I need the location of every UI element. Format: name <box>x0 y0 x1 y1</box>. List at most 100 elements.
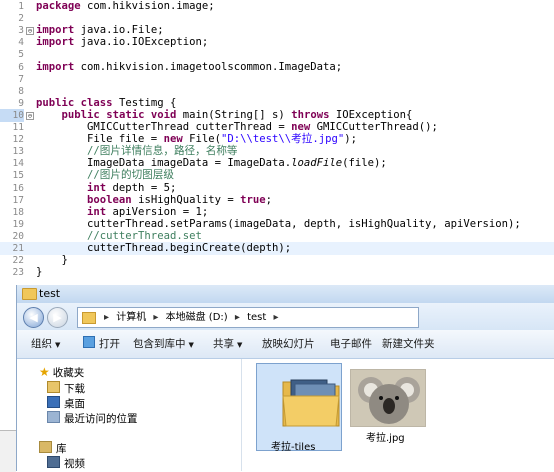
forward-button[interactable]: ▶ <box>47 307 68 328</box>
code-line[interactable]: 4 import java.io.IOException; <box>0 36 554 49</box>
nav-desktop[interactable]: 桌面 <box>47 396 85 411</box>
window-title: test <box>39 287 61 300</box>
code-token: Testimg { <box>112 96 177 109</box>
organize-label: 组织 <box>31 338 52 350</box>
code-token: IOException{ <box>329 108 413 121</box>
email-button[interactable]: 电子邮件 <box>330 336 372 351</box>
include-in-library-button[interactable]: 包含到库中 ▼ <box>133 336 194 351</box>
code-line[interactable]: 16 int depth = 5; <box>0 182 554 195</box>
code-line[interactable]: 8 <box>0 85 554 98</box>
nav-desktop-label: 桌面 <box>64 398 85 410</box>
nav-recent-places[interactable]: 最近访问的位置 <box>47 411 138 426</box>
code-editor[interactable]: 1 package com.hikvision.image; 2 3 ⊖ import j… <box>0 0 554 282</box>
folder-icon <box>82 312 96 324</box>
code-token: GMICCutterThread(); <box>310 121 438 133</box>
code-line[interactable]: 22 } <box>0 254 554 267</box>
code-line[interactable]: 17 boolean isHighQuality = true; <box>0 194 554 207</box>
breadcrumb-test[interactable]: test <box>247 312 266 323</box>
code-line[interactable]: 10 ⊖ public static void main(String[] s) … <box>0 108 554 122</box>
fold-toggle-icon[interactable]: ⊖ <box>26 111 34 120</box>
code-line[interactable]: 6 import com.hikvision.imagetoolscommon.I… <box>0 61 554 74</box>
slideshow-button[interactable]: 放映幻灯片 <box>262 336 315 351</box>
code-text: cutterThread.beginCreate(depth); <box>36 242 291 255</box>
code-text: public static void main(String[] s) thro… <box>36 108 413 122</box>
code-line[interactable]: 20 //cutterThread.set <box>0 230 554 243</box>
string-token: "D:\\test\\考拉.jpg" <box>220 133 345 146</box>
code-text: cutterThread.setParams(imageData, depth,… <box>36 218 521 231</box>
nav-downloads[interactable]: 下载 <box>47 381 85 396</box>
file-item-tiles-folder[interactable]: 考拉-tiles <box>256 363 342 453</box>
email-label: 电子邮件 <box>330 338 372 350</box>
nav-videos[interactable]: 视频 <box>47 456 85 471</box>
line-number: 17 <box>12 194 24 206</box>
file-explorer-window: test ◀ ▶ ▸ 计算机 ▸ 本地磁盘 (D:) ▸ test ▸ 组织 ▼ … <box>16 285 554 471</box>
code-line[interactable]: 3 ⊖ import java.io.File; <box>0 24 554 37</box>
open-icon <box>83 336 95 348</box>
code-text: //cutterThread.set <box>36 230 202 243</box>
keyword-token: int <box>87 181 107 194</box>
line-number: 11 <box>12 122 24 133</box>
code-line[interactable]: 18 int apiVersion = 1; <box>0 206 554 219</box>
keyword-token: import <box>36 24 75 37</box>
line-number: 8 <box>18 85 24 97</box>
line-number: 3 <box>18 25 24 37</box>
keyword-token: static <box>106 108 145 121</box>
organize-button[interactable]: 组织 ▼ <box>31 336 60 351</box>
nav-favorites[interactable]: ★ 收藏夹 <box>39 365 84 380</box>
fold-toggle-icon[interactable]: ⊖ <box>26 27 34 36</box>
code-line[interactable]: 23} <box>0 266 554 279</box>
line-number: 21 <box>12 243 24 254</box>
new-folder-button[interactable]: 新建文件夹 <box>382 336 435 351</box>
nav-library[interactable]: 库 <box>39 441 67 456</box>
line-number: 16 <box>12 182 24 194</box>
file-name: 考拉.jpg <box>366 433 405 444</box>
code-token: } <box>36 266 43 279</box>
code-line[interactable]: 19 cutterThread.setParams(imageData, dep… <box>0 218 554 231</box>
back-button[interactable]: ◀ <box>23 307 44 328</box>
open-button[interactable]: 打开 <box>83 336 120 351</box>
back-arrow-icon: ◀ <box>29 311 38 324</box>
line-number: 18 <box>12 206 24 218</box>
code-line[interactable]: 2 <box>0 12 554 25</box>
crumb-separator: ▸ <box>234 312 240 323</box>
keyword-token: new <box>163 133 183 146</box>
crumb-separator: ▸ <box>104 312 110 323</box>
code-token: ImageData imageData = ImageData. <box>36 157 292 170</box>
line-number: 19 <box>12 218 24 230</box>
breadcrumb-computer[interactable]: 计算机 <box>116 312 146 323</box>
code-line[interactable]: 21 cutterThread.beginCreate(depth); <box>0 242 554 255</box>
image-thumbnail[interactable] <box>350 369 426 427</box>
code-line[interactable]: 13 //图片详情信息，路径，名称等 <box>0 145 554 158</box>
line-number: 10 <box>0 108 24 122</box>
line-number: 14 <box>12 158 24 170</box>
code-token: depth = 5; <box>106 181 177 194</box>
nav-videos-label: 视频 <box>64 458 85 470</box>
address-bar-row: ◀ ▶ ▸ 计算机 ▸ 本地磁盘 (D:) ▸ test ▸ <box>17 303 554 330</box>
address-bar[interactable]: ▸ 计算机 ▸ 本地磁盘 (D:) ▸ test ▸ <box>77 307 419 328</box>
keyword-token: import <box>36 36 75 49</box>
code-line[interactable]: 7 <box>0 73 554 86</box>
code-line[interactable]: 15 //图片的切图层级 <box>0 169 554 182</box>
comment-token: //cutterThread.set <box>87 229 202 242</box>
code-token: com.hikvision.imagetoolscommon.ImageData… <box>74 60 343 73</box>
line-number: 9 <box>18 97 24 109</box>
new-folder-label: 新建文件夹 <box>382 338 435 350</box>
code-line[interactable]: 5 <box>0 48 554 61</box>
code-line[interactable]: 9 public class Testimg { <box>0 97 554 110</box>
forward-arrow-icon: ▶ <box>53 311 62 324</box>
window-titlebar[interactable]: test <box>17 285 554 303</box>
background-window-edge <box>0 430 16 472</box>
code-token: ); <box>344 133 357 146</box>
breadcrumb-local-disk[interactable]: 本地磁盘 (D:) <box>166 312 228 323</box>
open-label: 打开 <box>99 338 120 350</box>
code-line[interactable]: 1 package com.hikvision.image; <box>0 0 554 13</box>
keyword-token: package <box>36 0 81 12</box>
share-button[interactable]: 共享 ▼ <box>213 336 242 351</box>
crumb-separator: ▸ <box>153 312 159 323</box>
code-text: int depth = 5; <box>36 182 176 195</box>
code-token: ; <box>265 193 273 206</box>
